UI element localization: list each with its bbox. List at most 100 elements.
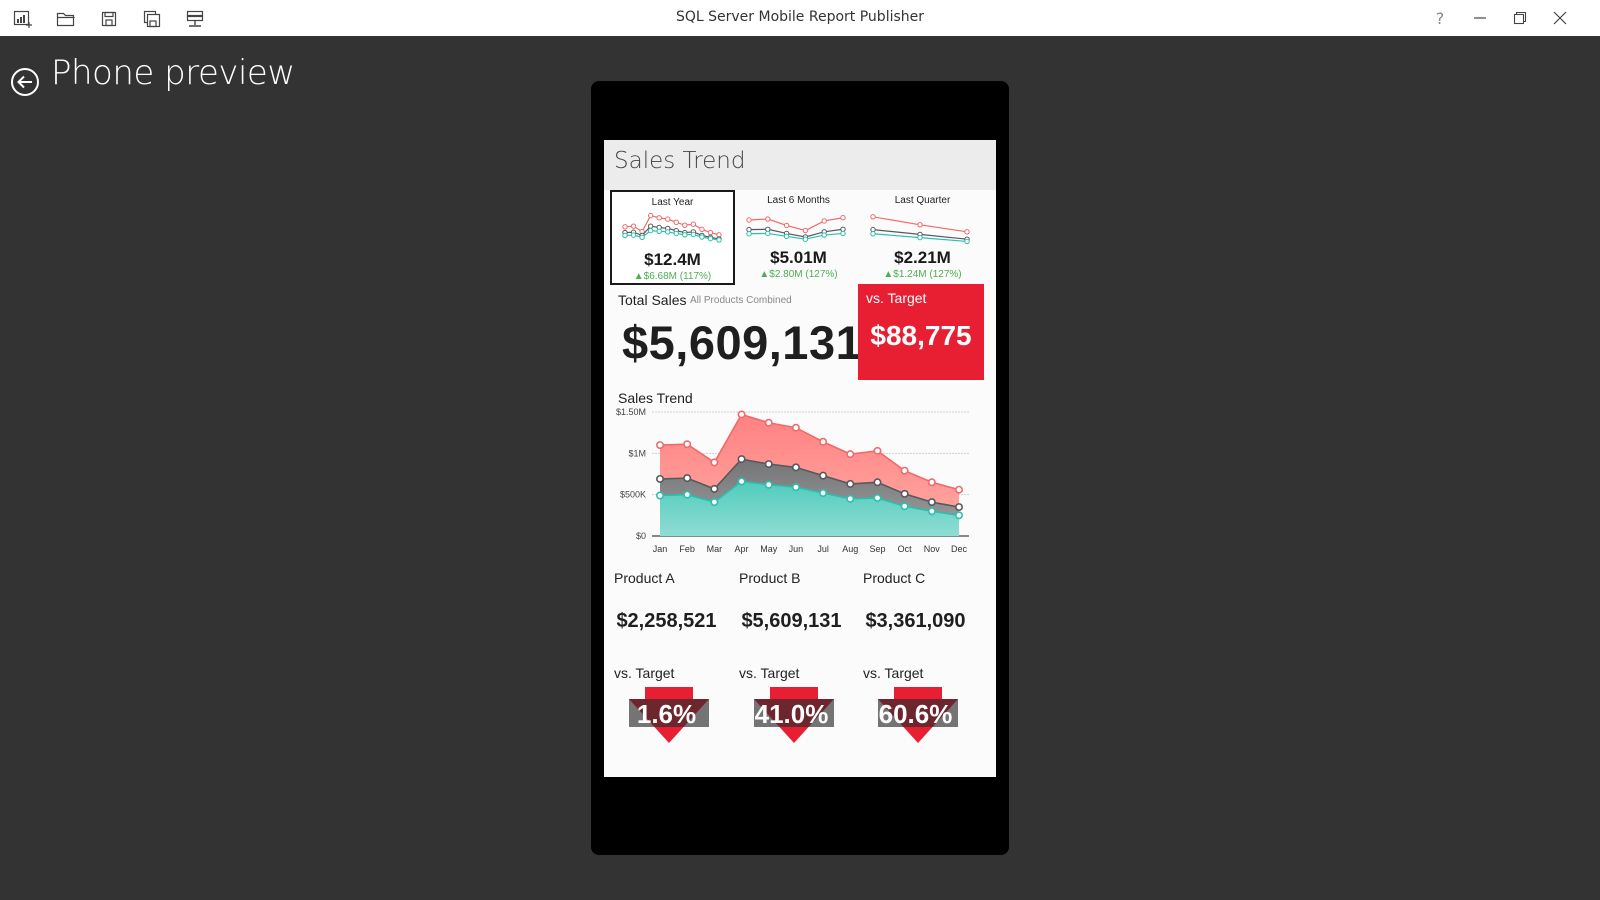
- sparkline-point: [870, 214, 876, 220]
- data-point[interactable]: [927, 498, 936, 507]
- period-delta: ▲$1.24M (127%): [883, 269, 962, 280]
- data-point[interactable]: [791, 483, 800, 492]
- title-bar: SQL Server Mobile Report Publisher ?: [0, 0, 1600, 36]
- vs-target-tile[interactable]: vs. Target $88,775: [858, 284, 984, 380]
- x-tick-label: Jan: [653, 544, 668, 554]
- period-delta: ▲$6.68M (117%): [633, 271, 712, 282]
- kpi-label: vs. Target: [739, 665, 800, 681]
- data-point[interactable]: [954, 511, 963, 520]
- data-point[interactable]: [710, 484, 719, 493]
- restore-icon: [1513, 11, 1527, 25]
- sparkline-point: [699, 234, 705, 240]
- sparkline-point: [690, 231, 697, 238]
- sparkline-chart: [870, 214, 970, 245]
- sales-trend-chart[interactable]: $0 $500K $1M $1.50M Jan Feb Mar Apr May Jun Jul Aug…: [604, 405, 996, 565]
- data-point[interactable]: [655, 474, 664, 483]
- data-point[interactable]: [954, 485, 963, 494]
- sparkline-point: [707, 229, 714, 236]
- sparkline-point: [783, 222, 790, 229]
- sparkline-point: [682, 222, 688, 228]
- back-button[interactable]: [10, 67, 40, 97]
- data-point[interactable]: [683, 490, 692, 499]
- data-point[interactable]: [819, 471, 828, 480]
- product-label: Product C: [863, 570, 926, 586]
- product-value: $3,361,090: [865, 610, 966, 632]
- data-point[interactable]: [846, 450, 855, 459]
- period-value: $12.4M: [644, 250, 701, 269]
- data-point[interactable]: [764, 480, 773, 489]
- data-point[interactable]: [873, 446, 882, 455]
- data-point[interactable]: [737, 455, 746, 464]
- data-point[interactable]: [710, 498, 719, 507]
- data-point[interactable]: [846, 494, 855, 503]
- sparkline-point: [716, 237, 722, 243]
- sparkline-point: [917, 222, 923, 228]
- period-last-6-months[interactable]: Last 6 Months $5.01M ▲$2.80M (127%): [736, 190, 861, 285]
- close-button[interactable]: [1540, 0, 1580, 36]
- sparkline-point: [630, 232, 637, 238]
- sparkline-series: [624, 214, 720, 236]
- sparkline-point: [630, 223, 637, 229]
- period-last-year[interactable]: Last Year $12.4M ▲$6.68M (117%): [610, 190, 735, 285]
- sparkline-point: [647, 212, 654, 219]
- product-c-tile: Product C $3,361,090: [853, 570, 978, 650]
- sparkline-chart: [622, 212, 722, 243]
- data-point[interactable]: [764, 460, 773, 469]
- kpi-label: vs. Target: [863, 665, 924, 681]
- data-point[interactable]: [873, 493, 882, 502]
- sparkline-point: [682, 232, 688, 238]
- restore-button[interactable]: [1500, 0, 1540, 36]
- save-icon[interactable]: [98, 8, 120, 30]
- data-point[interactable]: [873, 478, 882, 487]
- data-point[interactable]: [819, 489, 828, 498]
- data-point[interactable]: [683, 440, 692, 449]
- data-point[interactable]: [846, 479, 855, 488]
- server-publish-icon[interactable]: [184, 8, 206, 30]
- data-point[interactable]: [655, 491, 664, 500]
- open-folder-icon[interactable]: [55, 8, 77, 30]
- save-as-icon[interactable]: [141, 8, 163, 30]
- data-point[interactable]: [655, 441, 664, 450]
- sparkline-point: [622, 232, 628, 239]
- data-point[interactable]: [737, 477, 746, 486]
- sparkline-point: [964, 229, 970, 235]
- x-tick-label: Dec: [951, 544, 968, 554]
- x-tick-label: Jun: [789, 544, 804, 554]
- total-sales-value: $5,609,131: [622, 316, 863, 369]
- product-a-tile: Product A $2,258,521: [604, 570, 729, 650]
- x-tick-label: Oct: [898, 544, 913, 554]
- new-report-icon[interactable]: [12, 8, 34, 30]
- data-point[interactable]: [683, 474, 692, 483]
- x-tick-label: Aug: [842, 544, 858, 554]
- sparkline-point: [840, 215, 846, 221]
- data-point[interactable]: [900, 489, 909, 498]
- data-point[interactable]: [954, 503, 963, 512]
- y-tick-label: $1.50M: [616, 407, 646, 417]
- data-point[interactable]: [819, 437, 828, 446]
- product-a-vs-target: vs. Target 1.6%: [604, 665, 729, 755]
- data-point[interactable]: [791, 423, 800, 432]
- minimize-icon: [1474, 17, 1486, 19]
- sparkline-point: [802, 227, 809, 234]
- period-last-quarter[interactable]: Last Quarter $2.21M ▲$1.24M (127%): [860, 190, 985, 285]
- product-label: Product B: [739, 570, 801, 586]
- x-tick-label: Mar: [707, 544, 723, 554]
- data-point[interactable]: [927, 478, 936, 487]
- total-sales-sublabel: All Products Combined: [690, 295, 792, 306]
- data-point[interactable]: [737, 410, 746, 419]
- sparkline-point: [690, 221, 697, 227]
- data-point[interactable]: [764, 418, 773, 427]
- app-title: SQL Server Mobile Report Publisher: [675, 9, 925, 25]
- sparkline-point: [964, 238, 970, 245]
- period-label: Last 6 Months: [767, 195, 830, 206]
- minimize-button[interactable]: [1460, 0, 1500, 36]
- x-tick-label: Feb: [679, 544, 695, 554]
- data-point[interactable]: [927, 507, 936, 516]
- data-point[interactable]: [791, 463, 800, 472]
- help-button[interactable]: ?: [1420, 0, 1460, 36]
- data-point[interactable]: [710, 458, 719, 467]
- x-tick-label: May: [760, 544, 778, 554]
- data-point[interactable]: [900, 502, 909, 511]
- kpi-value: 41.0%: [754, 699, 829, 729]
- data-point[interactable]: [900, 466, 909, 475]
